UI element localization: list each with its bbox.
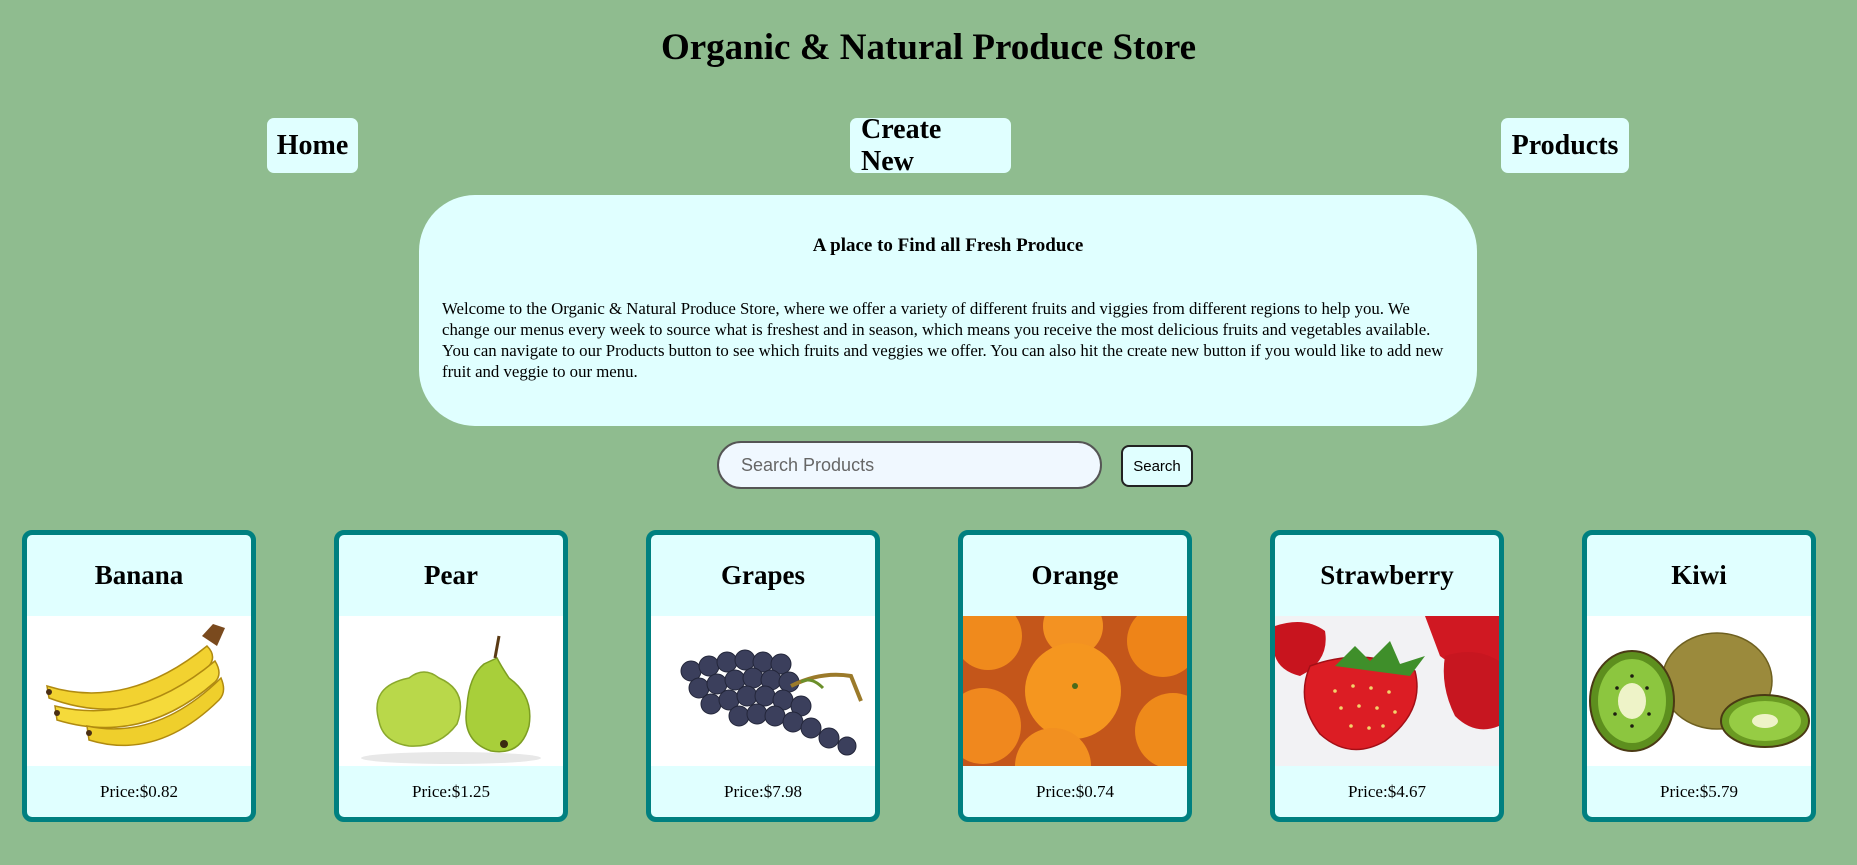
product-name: Orange <box>1031 560 1119 590</box>
product-card-banana[interactable]: Banana Price:$0.82 <box>22 530 256 822</box>
product-card-kiwi[interactable]: Kiwi Price:$5.79 <box>1582 530 1816 822</box>
products-button[interactable]: Products <box>1501 118 1629 173</box>
home-button[interactable]: Home <box>267 118 358 173</box>
product-name: Banana <box>94 560 184 590</box>
product-price: Price:$0.82 <box>100 781 178 801</box>
orange-image <box>963 616 1187 766</box>
banana-image <box>27 616 251 766</box>
site-title: Organic & Natural Produce Store <box>660 27 1197 68</box>
search-input[interactable] <box>717 441 1102 489</box>
grapes-image <box>651 616 875 766</box>
product-name: Grapes <box>721 560 805 590</box>
product-name: Pear <box>424 560 478 590</box>
product-card-grapes[interactable]: Grapes Price:$7.98 <box>646 530 880 822</box>
strawberry-image <box>1275 616 1499 766</box>
pear-image <box>339 616 563 766</box>
product-price: Price:$5.79 <box>1660 781 1738 801</box>
product-name: Kiwi <box>1671 560 1727 590</box>
product-card-strawberry[interactable]: Strawberry Price:$4.67 <box>1270 530 1504 822</box>
product-card-orange[interactable]: Orange Price:$0.74 <box>958 530 1192 822</box>
kiwi-image <box>1587 616 1811 766</box>
product-price: Price:$0.74 <box>1036 781 1114 801</box>
intro-text: Welcome to the Organic & Natural Produce… <box>442 299 1444 381</box>
search-button[interactable]: Search <box>1121 445 1193 487</box>
product-card-pear[interactable]: Pear Price:$1.25 <box>334 530 568 822</box>
create-new-button[interactable]: Create New <box>850 114 1011 177</box>
intro-heading: A place to Find all Fresh Produce <box>812 235 1084 256</box>
product-price: Price:$7.98 <box>724 781 802 801</box>
product-price: Price:$1.25 <box>412 781 490 801</box>
intro-panel: A place to Find all Fresh Produce Welcom… <box>419 195 1477 426</box>
product-price: Price:$4.67 <box>1348 781 1426 801</box>
product-name: Strawberry <box>1320 560 1454 590</box>
